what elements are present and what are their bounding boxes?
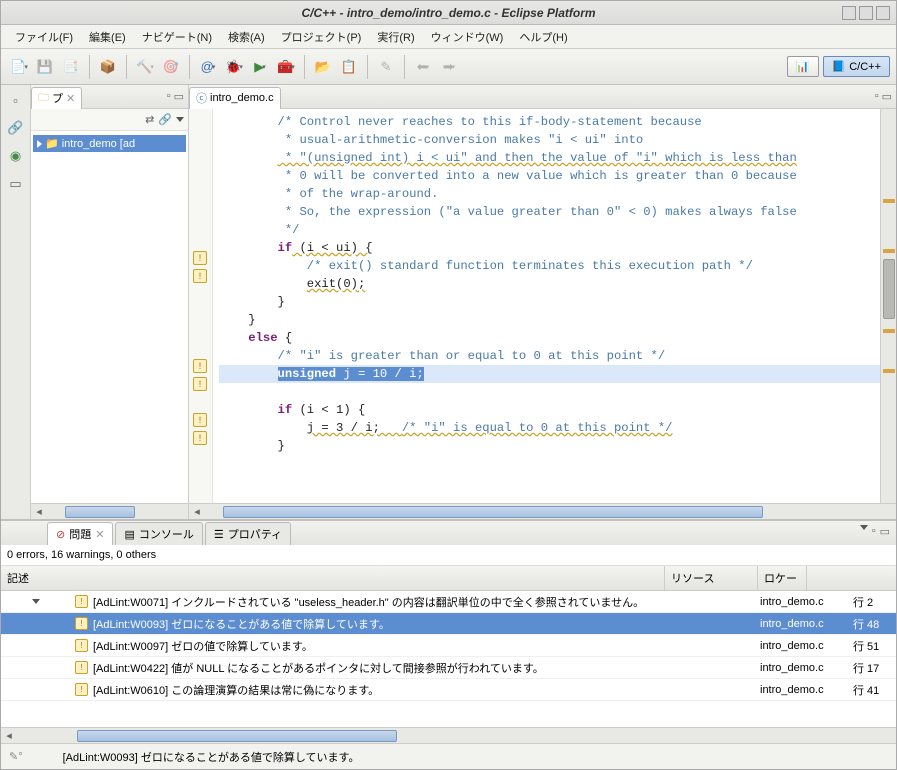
warning-icon: !: [75, 595, 88, 608]
editor-gutter[interactable]: ! ! ! ! ! !: [189, 109, 213, 503]
warning-icon: !: [75, 617, 88, 630]
ext-tools-button[interactable]: 🧰▾: [274, 55, 298, 79]
table-header[interactable]: 記述 リソース ロケー: [1, 566, 896, 591]
collapse-icon[interactable]: ⇄: [145, 113, 154, 126]
hammer-button[interactable]: 🔨▾: [133, 55, 157, 79]
at-button[interactable]: @▾: [196, 55, 220, 79]
c-file-icon: ⓒ: [196, 90, 207, 106]
link-icon[interactable]: 🔗: [7, 119, 25, 137]
tab-close-icon[interactable]: ✕: [95, 528, 104, 541]
editor-minimize-icon[interactable]: ▫: [875, 90, 879, 103]
target-button[interactable]: 🎯: [159, 55, 183, 79]
expand-icon[interactable]: [37, 140, 42, 148]
tab-close-icon[interactable]: ✕: [66, 92, 75, 105]
problems-hscroll[interactable]: ◂: [1, 727, 896, 743]
view-menu-icon[interactable]: [176, 117, 184, 122]
menu-help[interactable]: ヘルプ(H): [511, 26, 575, 48]
status-text: [AdLint:W0093] ゼロになることがある値で除算しています。: [63, 749, 360, 765]
properties-icon: ☰: [214, 528, 224, 541]
project-explorer-tab[interactable]: 🗀 プ ✕: [31, 87, 82, 109]
forward-button[interactable]: ➡▾: [437, 55, 461, 79]
toggle-button[interactable]: ✎: [374, 55, 398, 79]
col-location[interactable]: ロケー: [758, 566, 807, 590]
table-row[interactable]: ![AdLint:W0610] この論理演算の結果は常に偽になります。intro…: [1, 679, 896, 701]
problems-icon: ⊘: [56, 528, 65, 541]
save-button[interactable]: 💾: [33, 55, 57, 79]
folder-icon: 🗀: [38, 89, 49, 108]
menu-edit[interactable]: 編集(E): [81, 26, 134, 48]
open-perspective-button[interactable]: 📊: [787, 56, 819, 77]
warning-icon: !: [75, 639, 88, 652]
menu-bar: ファイル(F) 編集(E) ナビゲート(N) 検索(A) プロジェクト(P) 実…: [1, 25, 896, 49]
view-maximize-icon[interactable]: ▭: [174, 90, 184, 103]
warning-marker-icon[interactable]: !: [193, 377, 207, 391]
project-hscroll[interactable]: ◂: [31, 503, 188, 519]
restore-icon[interactable]: ▫: [7, 91, 25, 109]
c-project-icon: 📁: [45, 137, 59, 150]
run-button[interactable]: ▶▾: [248, 55, 272, 79]
warning-marker-icon[interactable]: !: [193, 251, 207, 265]
table-row[interactable]: ![AdLint:W0071] インクルードされている "useless_hea…: [1, 591, 896, 613]
editor-vscroll[interactable]: [880, 109, 896, 503]
task-button[interactable]: 📋: [337, 55, 361, 79]
col-description[interactable]: 記述: [1, 566, 665, 590]
close-button[interactable]: [876, 6, 890, 20]
warning-marker-icon[interactable]: !: [193, 359, 207, 373]
minimize-button[interactable]: [842, 6, 856, 20]
link-editor-icon[interactable]: 🔗: [158, 113, 172, 126]
menu-search[interactable]: 検索(A): [220, 26, 273, 48]
col-resource[interactable]: リソース: [665, 566, 758, 590]
title-bar: C/C++ - intro_demo/intro_demo.c - Eclips…: [1, 1, 896, 25]
table-row[interactable]: ![AdLint:W0422] 値が NULL になることがあるポインタに対して…: [1, 657, 896, 679]
view-minimize-icon[interactable]: ▫: [872, 525, 876, 538]
editor-maximize-icon[interactable]: ▭: [882, 90, 892, 103]
editor-area: ⓒ intro_demo.c ▫ ▭ ! ! ! ! ! ! /* Contro…: [189, 85, 896, 519]
tab-problems[interactable]: ⊘問題 ✕: [47, 522, 113, 545]
editor-hscroll[interactable]: ◂: [189, 503, 896, 519]
window-title: C/C++ - intro_demo/intro_demo.c - Eclips…: [301, 6, 595, 20]
main-toolbar: 📄▾ 💾 📑 📦 🔨▾ 🎯 @▾ 🐞▾ ▶▾ 🧰▾ 📂 📋 ✎ ⬅▾ ➡▾ 📊 …: [1, 49, 896, 85]
open-type-button[interactable]: 📂: [311, 55, 335, 79]
maximize-button[interactable]: [859, 6, 873, 20]
status-bar: ✎° [AdLint:W0093] ゼロになることがある値で除算しています。: [1, 743, 896, 769]
table-row[interactable]: ![AdLint:W0097] ゼロの値で除算しています。intro_demo.…: [1, 635, 896, 657]
table-row[interactable]: ![AdLint:W0093] ゼロになることがある値で除算しています。intr…: [1, 613, 896, 635]
tab-properties[interactable]: ☰プロパティ: [205, 522, 291, 545]
bottom-panel: ⊘問題 ✕ ▤コンソール ☰プロパティ ▫ ▭ 0 errors, 16 war…: [1, 519, 896, 743]
warning-icon: !: [75, 661, 88, 674]
perspective-ccpp[interactable]: 📘 C/C++: [823, 56, 891, 77]
view-minimize-icon[interactable]: ▫: [167, 90, 171, 103]
view-menu-icon[interactable]: [860, 525, 868, 530]
console-icon: ▤: [124, 528, 134, 541]
status-icon: ✎°: [9, 750, 23, 763]
left-trim-stack: ▫ 🔗 ◉ ▭: [1, 85, 31, 519]
new-button[interactable]: 📄▾: [7, 55, 31, 79]
warning-marker-icon[interactable]: !: [193, 269, 207, 283]
code-editor[interactable]: /* Control never reaches to this if-body…: [213, 109, 880, 503]
warning-marker-icon[interactable]: !: [193, 431, 207, 445]
project-explorer-view: 🗀 プ ✕ ▫ ▭ ⇄ 🔗 📁 intro_demo [ad ◂: [31, 85, 189, 519]
make-icon[interactable]: ▭: [7, 175, 25, 193]
menu-project[interactable]: プロジェクト(P): [273, 26, 370, 48]
tab-console[interactable]: ▤コンソール: [115, 522, 202, 545]
view-maximize-icon[interactable]: ▭: [880, 525, 890, 538]
warning-marker-icon[interactable]: !: [193, 413, 207, 427]
menu-file[interactable]: ファイル(F): [7, 26, 81, 48]
outline-icon[interactable]: ◉: [7, 147, 25, 165]
save-all-button[interactable]: 📑: [59, 55, 83, 79]
menu-navigate[interactable]: ナビゲート(N): [134, 26, 220, 48]
build-button[interactable]: 📦: [96, 55, 120, 79]
menu-run[interactable]: 実行(R): [369, 26, 422, 48]
editor-tab[interactable]: ⓒ intro_demo.c: [189, 87, 281, 109]
debug-button[interactable]: 🐞▾: [222, 55, 246, 79]
back-button[interactable]: ⬅▾: [411, 55, 435, 79]
problems-summary: 0 errors, 16 warnings, 0 others: [1, 545, 896, 566]
tree-item-project[interactable]: 📁 intro_demo [ad: [33, 135, 186, 152]
menu-window[interactable]: ウィンドウ(W): [423, 26, 512, 48]
warning-icon: !: [75, 683, 88, 696]
